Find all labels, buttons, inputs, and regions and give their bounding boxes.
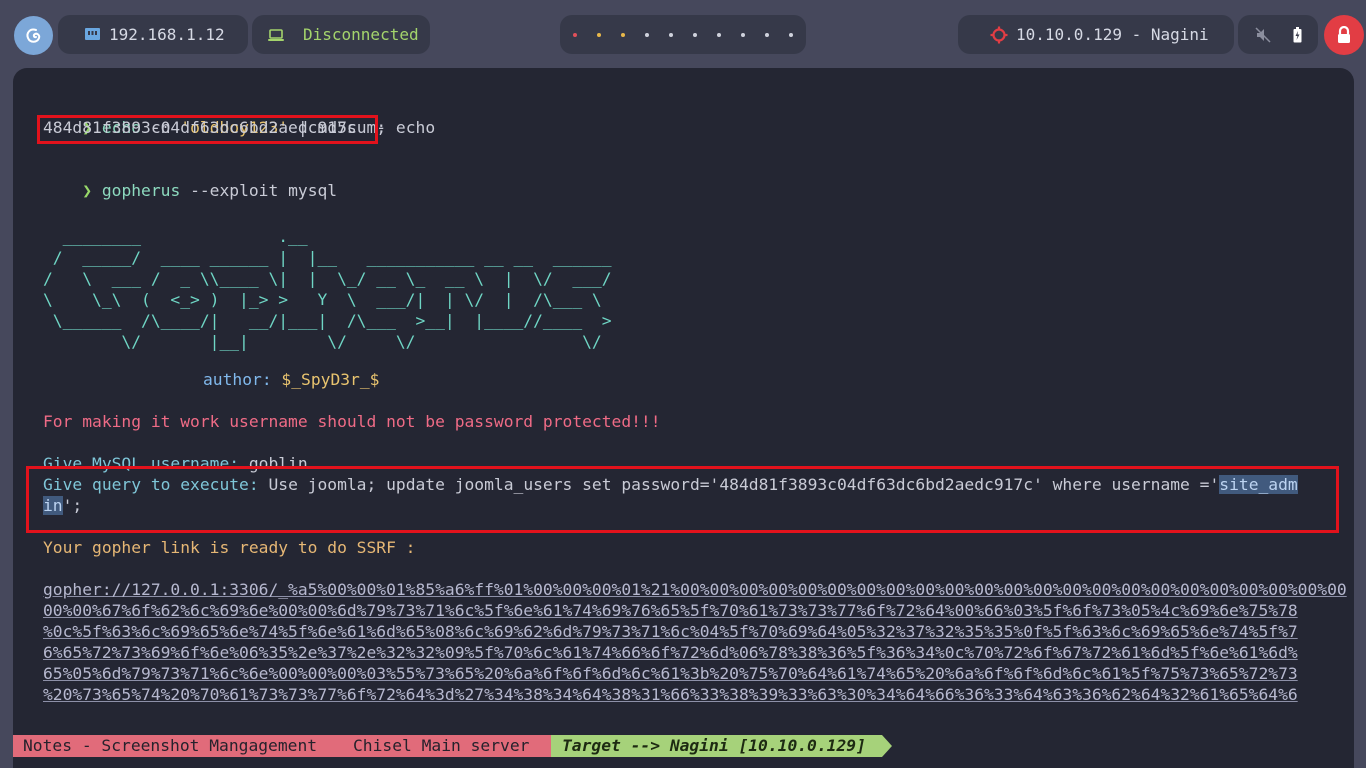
cmd-args: --exploit mysql [180,181,338,200]
gopher-link-line[interactable]: %0c%5f%63%6c%69%65%6e%74%5f%6e%61%6d%65%… [43,621,1298,642]
lock-icon [1338,26,1350,43]
local-ip-text: 192.168.1.12 [109,25,225,44]
cmd-name: gopherus [101,181,181,200]
ethernet-icon [85,28,100,40]
battery-icon[interactable] [1293,26,1302,43]
volume-muted-icon[interactable] [1254,26,1271,43]
gopher-ready-message: Your gopher link is ready to do SSRF : [43,538,416,557]
gopher-link-line[interactable]: 6%65%72%73%69%6f%6e%06%35%2e%37%2e%32%32… [43,642,1298,663]
status-segment-chisel[interactable]: Chisel Main server [341,735,553,757]
workspace-dot-6[interactable] [693,32,697,37]
author-line: author: $_SpyD3r_$ [203,369,379,390]
author-label: author: [203,370,272,389]
workspace-dot-7[interactable] [717,32,721,37]
gopher-link-line[interactable]: %20%73%65%74%20%70%61%73%73%77%6f%72%64%… [43,684,1298,705]
launcher-button[interactable] [14,16,53,55]
lock-screen-button[interactable] [1324,15,1364,55]
author-name: $_SpyD3r_$ [271,370,380,389]
gopherus-ascii-banner: ________ .__ / _____/ ____ ______ | |__ … [43,227,612,351]
segment-chevron [882,735,892,757]
target-widget[interactable]: 10.10.0.129 - Nagini [958,15,1234,54]
local-ip-widget[interactable]: 192.168.1.12 [58,15,248,54]
workspace-dot-3[interactable] [621,32,625,37]
vpn-status-text: Disconnected [303,25,419,44]
vpn-status-widget[interactable]: Disconnected [252,15,430,54]
gopher-link-line[interactable]: 65%05%6d%79%73%71%6c%6e%00%00%00%03%55%7… [43,663,1298,684]
laptop-icon [268,28,284,41]
debian-swirl-icon [26,28,40,43]
workspace-dot-4[interactable] [645,32,649,37]
workspace-dot-5[interactable] [669,32,673,37]
prompt-arrow: ❯ [82,181,93,200]
terminal-window[interactable]: ❯ echo -n 'oldboy123' | md5sum; echo 484… [13,68,1354,768]
system-tray[interactable] [1238,15,1318,54]
status-segment-notes[interactable]: Notes - Screenshot Mangagement [13,735,341,757]
workspace-dot-2[interactable] [597,32,601,37]
target-crosshair-icon [990,26,1008,43]
target-text: 10.10.0.129 - Nagini [1016,25,1209,44]
workspace-dot-8[interactable] [741,32,745,37]
gopher-link-line[interactable]: gopher://127.0.0.1:3306/_%a5%00%00%01%85… [43,579,1347,600]
warning-message: For making it work username should not b… [43,412,661,431]
tmux-status-bar: Notes - Screenshot Mangagement Chisel Ma… [13,735,1354,757]
workspace-dot-1[interactable] [573,32,577,37]
query-highlight-box [26,466,1339,533]
workspace-indicator[interactable] [560,15,806,54]
workspace-dot-10[interactable] [789,32,793,37]
workspace-dot-9[interactable] [765,32,769,37]
md5-hash-highlight-box [37,115,378,144]
gopher-link-line[interactable]: 00%00%67%6f%62%6c%69%6e%00%00%6d%79%73%7… [43,600,1298,621]
status-segment-target[interactable]: Target --> Nagini [10.10.0.129] [551,735,882,757]
command-line-gopherus: ❯ gopherus --exploit mysql [43,159,337,222]
